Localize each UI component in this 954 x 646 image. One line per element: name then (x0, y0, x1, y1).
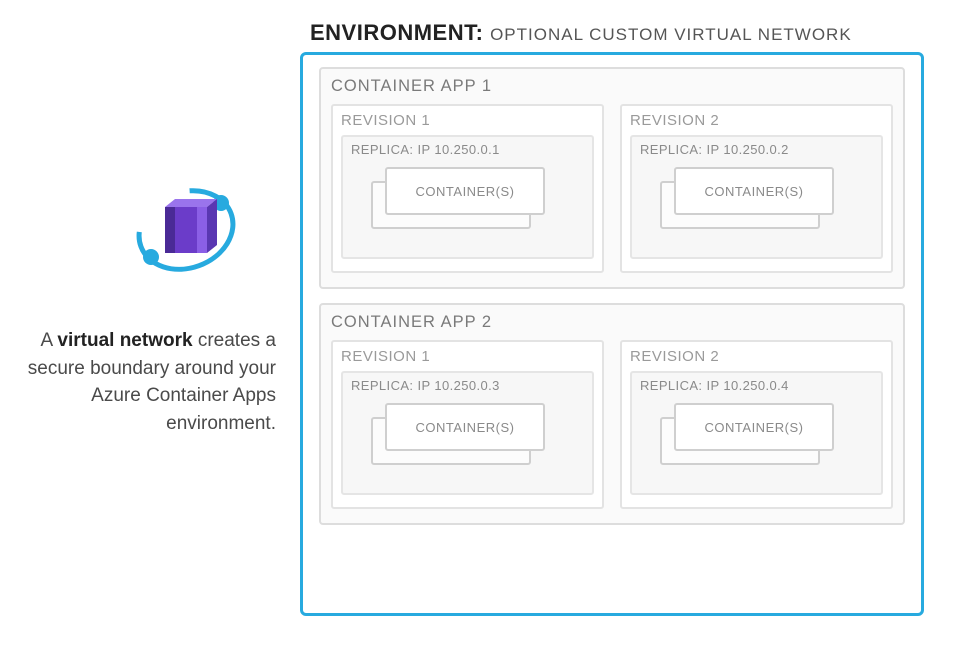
app1-rev1-container-stack: CONTAINER(S) (371, 163, 547, 235)
app1-rev2-replica: REPLICA: IP 10.250.0.2 CONTAINER(S) (630, 135, 883, 259)
right-panel: ENVIRONMENT: OPTIONAL CUSTOM VIRTUAL NET… (300, 20, 924, 616)
left-panel: A virtual network creates a secure bound… (0, 20, 300, 616)
app1-revision-1: REVISION 1 REPLICA: IP 10.250.0.1 CONTAI… (331, 104, 604, 273)
environment-box: CONTAINER APP 1 REVISION 1 REPLICA: IP 1… (300, 52, 924, 616)
app2-rev2-replica-label: REPLICA: IP 10.250.0.4 (640, 378, 875, 393)
container-app-1-revisions: REVISION 1 REPLICA: IP 10.250.0.1 CONTAI… (331, 104, 893, 273)
app1-revision-2: REVISION 2 REPLICA: IP 10.250.0.2 CONTAI… (620, 104, 893, 273)
app2-rev1-replica: REPLICA: IP 10.250.0.3 CONTAINER(S) (341, 371, 594, 495)
diagram-root: A virtual network creates a secure bound… (0, 0, 954, 646)
container-app-1: CONTAINER APP 1 REVISION 1 REPLICA: IP 1… (319, 67, 905, 289)
desc-bold: virtual network (57, 330, 192, 351)
app1-rev2-title: REVISION 2 (630, 112, 883, 129)
app1-rev1-replica: REPLICA: IP 10.250.0.1 CONTAINER(S) (341, 135, 594, 259)
vnet-icon (126, 180, 246, 280)
app1-rev2-container-stack: CONTAINER(S) (660, 163, 836, 235)
app2-revision-2: REVISION 2 REPLICA: IP 10.250.0.4 CONTAI… (620, 340, 893, 509)
container-card-front: CONTAINER(S) (674, 167, 834, 215)
app2-rev1-title: REVISION 1 (341, 348, 594, 365)
container-app-2-title: CONTAINER APP 2 (331, 313, 893, 332)
container-app-1-title: CONTAINER APP 1 (331, 77, 893, 96)
desc-pre: A (41, 330, 58, 351)
container-card-front: CONTAINER(S) (674, 403, 834, 451)
description-text: A virtual network creates a secure bound… (20, 327, 276, 437)
app2-rev2-container-stack: CONTAINER(S) (660, 399, 836, 471)
container-card-front: CONTAINER(S) (385, 403, 545, 451)
container-app-2: CONTAINER APP 2 REVISION 1 REPLICA: IP 1… (319, 303, 905, 525)
environment-sublabel: OPTIONAL CUSTOM VIRTUAL NETWORK (490, 25, 852, 44)
app1-rev2-replica-label: REPLICA: IP 10.250.0.2 (640, 142, 875, 157)
app2-rev1-replica-label: REPLICA: IP 10.250.0.3 (351, 378, 586, 393)
app2-rev1-container-stack: CONTAINER(S) (371, 399, 547, 471)
environment-label: ENVIRONMENT: (310, 20, 483, 45)
app2-rev2-replica: REPLICA: IP 10.250.0.4 CONTAINER(S) (630, 371, 883, 495)
environment-title: ENVIRONMENT: OPTIONAL CUSTOM VIRTUAL NET… (310, 20, 924, 46)
app1-rev1-title: REVISION 1 (341, 112, 594, 129)
container-app-2-revisions: REVISION 1 REPLICA: IP 10.250.0.3 CONTAI… (331, 340, 893, 509)
container-card-front: CONTAINER(S) (385, 167, 545, 215)
app1-rev1-replica-label: REPLICA: IP 10.250.0.1 (351, 142, 586, 157)
app2-revision-1: REVISION 1 REPLICA: IP 10.250.0.3 CONTAI… (331, 340, 604, 509)
app2-rev2-title: REVISION 2 (630, 348, 883, 365)
